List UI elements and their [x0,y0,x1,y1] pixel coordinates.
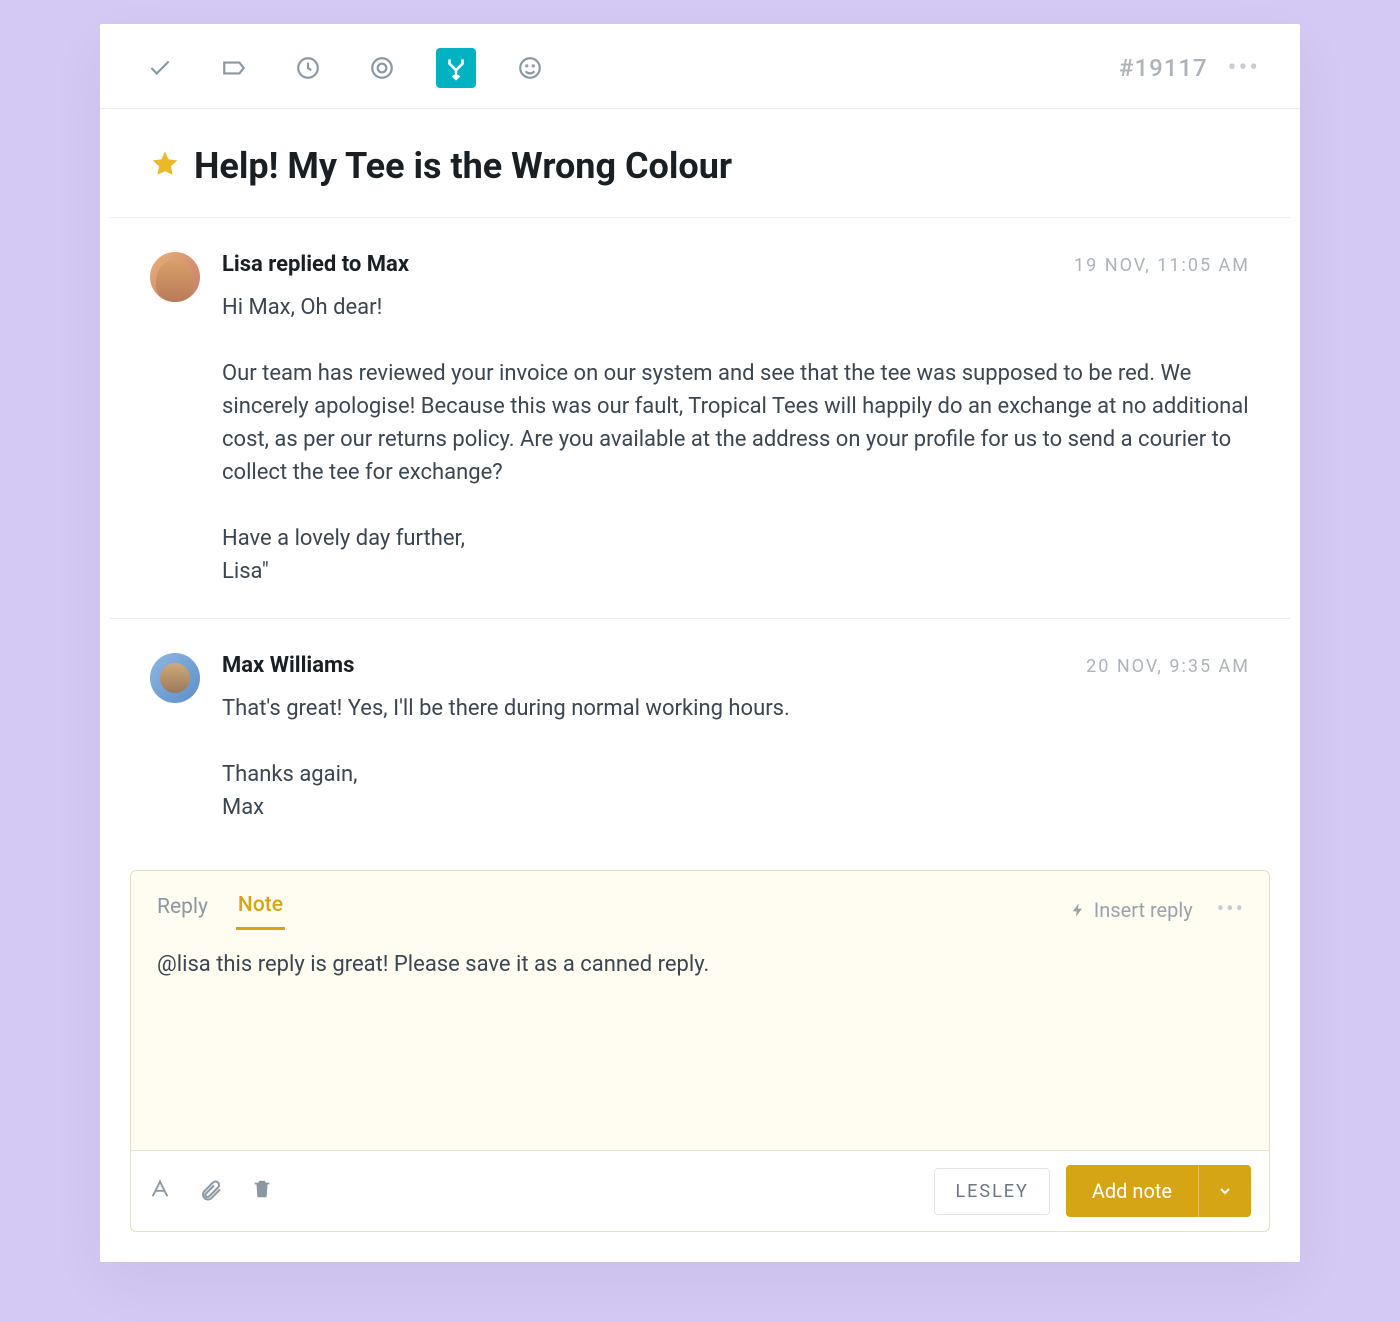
message: Lisa replied to Max 19 NOV, 11:05 AM Hi … [110,218,1290,619]
tab-note[interactable]: Note [236,889,285,930]
target-icon[interactable] [362,48,402,88]
composer-wrap: Reply Note Insert reply ••• @lisa this r… [130,870,1270,1232]
subject-row: Help! My Tee is the Wrong Colour [110,109,1290,218]
star-icon[interactable] [150,149,180,183]
message-timestamp: 20 NOV, 9:35 AM [1086,656,1250,677]
chevron-down-icon[interactable] [1198,1165,1251,1217]
insert-reply-button[interactable]: Insert reply [1070,898,1193,922]
lightning-icon [1070,900,1086,920]
check-icon[interactable] [140,48,180,88]
add-note-button[interactable]: Add note [1066,1165,1251,1217]
message-author: Lisa replied to Max [222,252,409,277]
emoji-icon[interactable] [510,48,550,88]
clock-icon[interactable] [288,48,328,88]
toolbar-right: #19117 ••• [1119,53,1260,83]
composer: Reply Note Insert reply ••• @lisa this r… [130,870,1270,1232]
add-note-label: Add note [1066,1165,1198,1217]
assignee-chip[interactable]: LESLEY [934,1168,1049,1215]
message-body: Hi Max, Oh dear! Our team has reviewed y… [222,291,1250,588]
composer-footer: LESLEY Add note [131,1150,1269,1231]
composer-more-icon[interactable]: ••• [1217,897,1245,922]
tag-icon[interactable] [214,48,254,88]
composer-tabs: Reply Note Insert reply ••• [131,871,1269,930]
ticket-subject: Help! My Tee is the Wrong Colour [194,145,732,187]
text-format-icon[interactable] [149,1178,171,1204]
toolbar: #19117 ••• [100,24,1300,109]
ticket-id: #19117 [1119,54,1208,82]
insert-reply-label: Insert reply [1094,898,1193,922]
message: Max Williams 20 NOV, 9:35 AM That's grea… [110,619,1290,854]
message-timestamp: 19 NOV, 11:05 AM [1074,255,1250,276]
toolbar-action-icons [140,48,550,88]
messages-list: Lisa replied to Max 19 NOV, 11:05 AM Hi … [100,218,1300,854]
merge-icon[interactable] [436,48,476,88]
message-author: Max Williams [222,653,354,678]
message-body: That's great! Yes, I'll be there during … [222,692,1250,824]
ticket-card: #19117 ••• Help! My Tee is the Wrong Col… [100,24,1300,1262]
composer-textarea[interactable]: @lisa this reply is great! Please save i… [131,930,1269,1150]
trash-icon[interactable] [251,1178,273,1204]
more-icon[interactable]: ••• [1228,53,1260,83]
tab-reply[interactable]: Reply [155,891,210,929]
avatar [150,653,200,703]
avatar [150,252,200,302]
attachment-icon[interactable] [199,1177,223,1205]
